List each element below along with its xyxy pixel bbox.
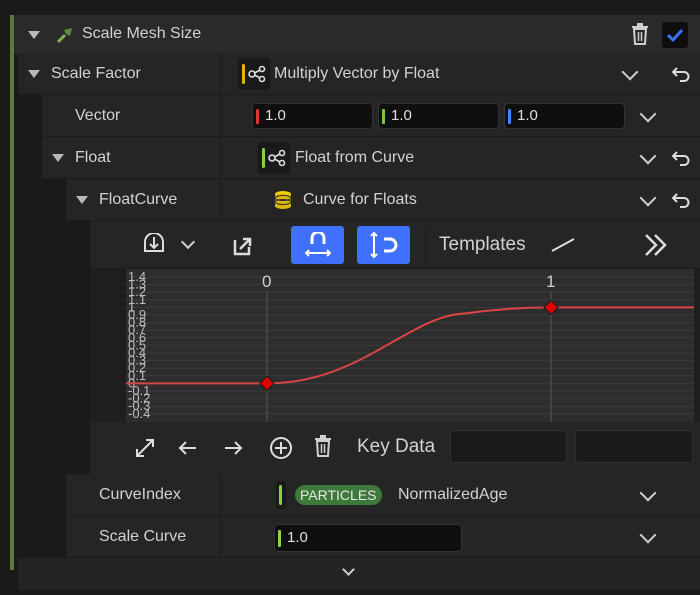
module-footer bbox=[18, 558, 700, 590]
float-label: Float bbox=[75, 149, 111, 166]
scale-curve-row: Scale Curve 1.0 bbox=[66, 516, 700, 558]
chevron-down-icon[interactable] bbox=[639, 484, 657, 502]
fit-vertical-icon bbox=[370, 231, 398, 259]
delete-key-icon[interactable] bbox=[313, 435, 333, 457]
key-data-label: Key Data bbox=[357, 436, 436, 457]
chevron-down-icon[interactable] bbox=[639, 526, 657, 544]
reset-icon[interactable] bbox=[672, 150, 690, 166]
next-key-icon[interactable] bbox=[223, 440, 243, 456]
curve-editor: Templates 1.4 1.3 1.2 1.1 1 0.9 0.8 0.7 0.6 0.5 0.… bbox=[90, 221, 700, 474]
curve-toolbar: Templates bbox=[90, 221, 700, 269]
dynamic-input-icon bbox=[268, 149, 286, 167]
collapse-arrow-icon[interactable] bbox=[52, 154, 64, 162]
key-toolbar: Key Data bbox=[90, 422, 700, 474]
scale-factor-value[interactable]: Multiply Vector by Float bbox=[274, 53, 439, 95]
dynamic-input-button[interactable] bbox=[258, 142, 290, 174]
reset-icon[interactable] bbox=[672, 66, 690, 82]
float-curve-row: FloatCurve Curve for Floats bbox=[66, 179, 700, 221]
curve-index-value[interactable]: NormalizedAge bbox=[398, 474, 507, 516]
vector-y-input[interactable]: 1.0 bbox=[378, 103, 499, 129]
scale-curve-input[interactable]: 1.0 bbox=[274, 524, 462, 552]
parameter-link-button[interactable] bbox=[276, 481, 286, 509]
float-row: Float Float from Curve bbox=[42, 137, 700, 179]
curve-asset-icon bbox=[274, 191, 292, 209]
collapse-arrow-icon[interactable] bbox=[28, 31, 40, 39]
vector-row: Vector 1.0 1.0 1.0 bbox=[42, 95, 700, 137]
fit-horizontal-button[interactable] bbox=[291, 226, 344, 264]
scale-curve-label: Scale Curve bbox=[99, 528, 187, 545]
vector-label: Vector bbox=[75, 107, 121, 124]
collapse-arrow-icon[interactable] bbox=[76, 196, 88, 204]
module-title: Scale Mesh Size bbox=[82, 25, 202, 42]
delete-icon[interactable] bbox=[630, 23, 650, 45]
key-time-input[interactable] bbox=[450, 430, 567, 463]
float-value[interactable]: Float from Curve bbox=[295, 137, 414, 179]
curve-graph[interactable]: 1.41.31.21.110.90.80.70.60.50.40.30.20.1… bbox=[126, 269, 694, 422]
vector-x-input[interactable]: 1.0 bbox=[252, 103, 373, 129]
scale-factor-row: Scale Factor Multiply Vector by Float bbox=[18, 53, 700, 95]
float-curve-value[interactable]: Curve for Floats bbox=[303, 179, 417, 221]
external-link-icon[interactable] bbox=[233, 236, 253, 256]
module-accent-stripe bbox=[10, 15, 14, 570]
x-tick-label: 0 bbox=[262, 272, 271, 291]
curve-index-row: CurveIndex PARTICLES NormalizedAge bbox=[66, 474, 700, 516]
fit-vertical-button[interactable] bbox=[357, 226, 410, 264]
chevron-down-icon[interactable] bbox=[180, 234, 196, 250]
enabled-checkbox[interactable] bbox=[662, 22, 688, 48]
namespace-badge: PARTICLES bbox=[295, 485, 382, 505]
dynamic-input-icon bbox=[248, 65, 266, 83]
key-value-input[interactable] bbox=[575, 430, 693, 463]
module-header[interactable]: Scale Mesh Size bbox=[14, 15, 700, 55]
vector-z-input[interactable]: 1.0 bbox=[504, 103, 625, 129]
import-icon[interactable] bbox=[142, 233, 168, 257]
reset-icon[interactable] bbox=[672, 192, 690, 208]
expand-more-icon[interactable] bbox=[342, 563, 355, 576]
chevron-down-icon[interactable] bbox=[639, 189, 657, 207]
collapse-arrow-icon[interactable] bbox=[28, 70, 40, 78]
chevron-down-icon[interactable] bbox=[639, 147, 657, 165]
module-icon bbox=[56, 28, 72, 44]
templates-label[interactable]: Templates bbox=[439, 221, 526, 269]
scale-factor-label: Scale Factor bbox=[51, 65, 141, 82]
more-templates-icon[interactable] bbox=[643, 233, 669, 257]
y-tick-label: -0.4 bbox=[128, 406, 150, 421]
checkmark-icon bbox=[666, 28, 684, 43]
x-tick-label: 1 bbox=[546, 272, 555, 291]
linear-template-icon[interactable] bbox=[550, 237, 576, 253]
fit-all-icon[interactable] bbox=[135, 438, 155, 458]
fit-horizontal-icon bbox=[304, 232, 332, 257]
chevron-down-icon[interactable] bbox=[621, 63, 639, 81]
add-key-icon[interactable] bbox=[269, 436, 293, 460]
float-curve-label: FloatCurve bbox=[99, 191, 178, 208]
chevron-down-icon[interactable] bbox=[639, 105, 657, 123]
curve-index-label: CurveIndex bbox=[99, 486, 181, 503]
prev-key-icon[interactable] bbox=[178, 440, 198, 456]
dynamic-input-button[interactable] bbox=[238, 58, 270, 90]
